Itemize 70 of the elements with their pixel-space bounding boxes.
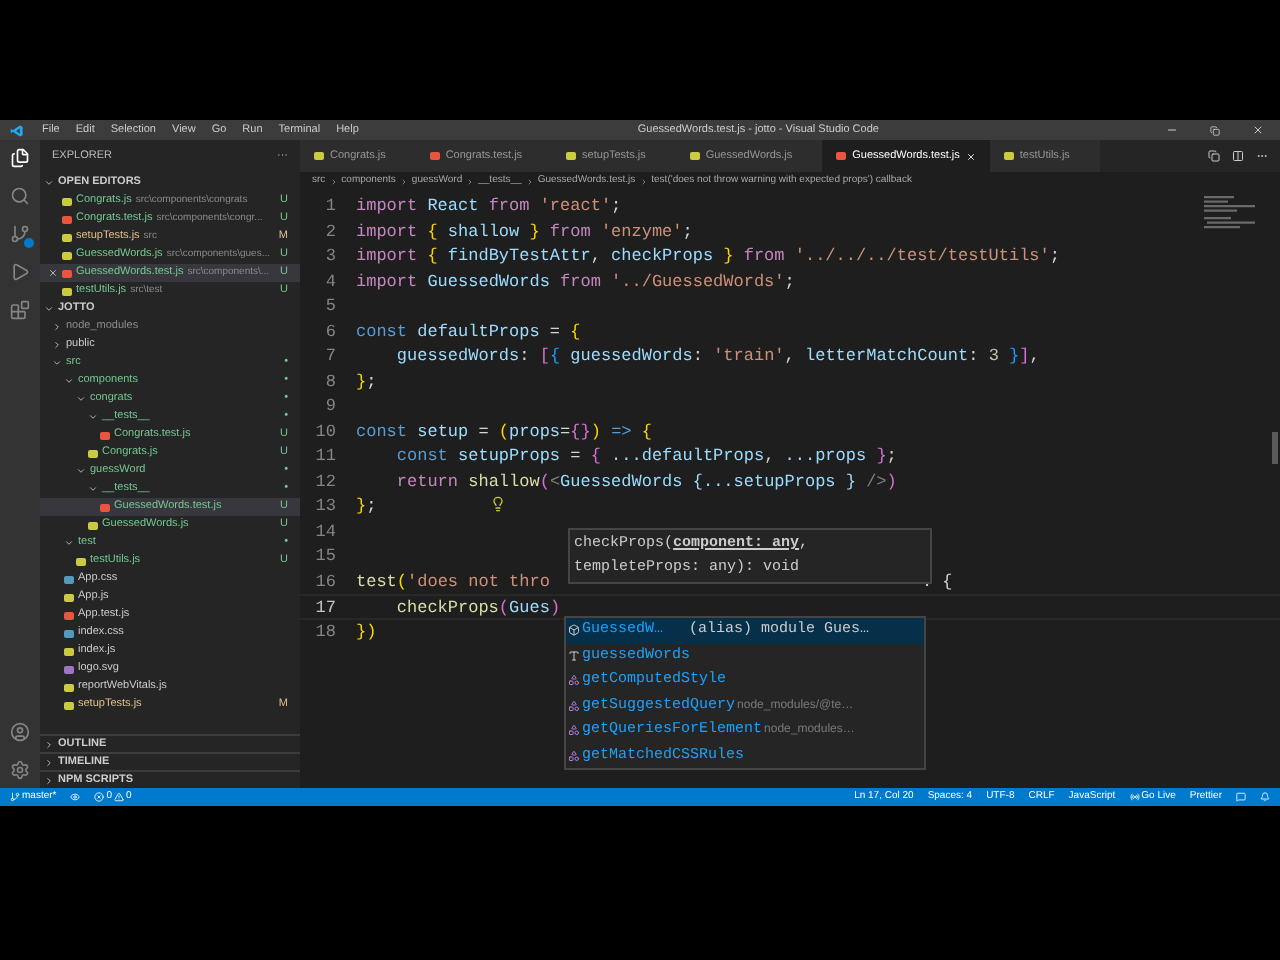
account-icon[interactable] [10,722,30,742]
code-line: checkProps(Gues) [394,596,561,617]
scrollbar [1272,432,1278,464]
code-line: }; [356,494,377,519]
files-icon[interactable] [10,148,30,168]
code-line: const defaultProps = { [356,319,581,344]
code-line: import React from 'react'; [356,194,622,219]
split-editor-icon[interactable] [1232,150,1244,162]
line-number: 13 [313,494,338,519]
code-line: const setupProps = { ...defaultProps, ...props }; [394,444,897,469]
line-number: 12 [313,469,338,494]
branch-icon [10,792,20,802]
code-line: const setup = (props={}) => { [356,419,652,444]
lightbulb-icon[interactable] [490,496,506,512]
source-control-icon[interactable] [10,224,30,244]
code-line: }) [356,619,377,644]
code-line: import { findByTestAttr, checkProps } from '../../../test/testUtils'; [356,244,1060,269]
file-icon [429,152,440,160]
module-icon [568,624,580,637]
file-icon [689,152,700,160]
file-icon [836,152,847,160]
close-icon[interactable] [1252,124,1264,136]
notification-badge [24,238,34,248]
feedback-icon[interactable] [1236,792,1246,802]
chevron-down-icon [64,538,74,548]
error-icon [94,792,105,802]
broadcast-icon [1129,792,1140,802]
line-number: 16 [313,569,338,594]
code-line: import { shallow } from 'enzyme'; [356,219,693,244]
line-number: 3 [323,244,338,269]
chevron-down-icon [44,304,54,314]
run-icon[interactable] [10,262,30,282]
word-icon [568,649,580,662]
line-number: 5 [323,294,338,319]
warning-icon [114,792,125,802]
line-number: 6 [323,319,338,344]
line-number: 10 [313,419,338,444]
minimize-icon[interactable] [1166,124,1178,136]
eye-icon[interactable] [70,792,81,802]
line-number: 7 [323,344,338,369]
file-icon [1003,152,1014,160]
line-number: 2 [323,219,338,244]
chevron-down-icon [44,178,54,188]
method-icon [568,699,580,712]
line-number: 17 [313,596,338,617]
line-number: 18 [313,619,338,644]
extensions-icon[interactable] [10,300,30,320]
search-icon[interactable] [10,186,30,206]
restore-icon[interactable] [1210,125,1220,135]
settings-icon[interactable] [10,760,30,780]
line-number: 15 [313,544,338,569]
code-line: return shallow(<GuessedWords {...setupProps } />) [394,469,897,494]
method-icon [568,674,580,687]
code-line: guessedWords: [{ guessedWords: 'train', letterMatchCount: 3 }], [394,344,1040,369]
code-line: test('does not thro [356,569,550,594]
app-logo-icon [10,123,24,137]
line-number: 8 [323,369,338,394]
line-number: 9 [323,394,338,419]
line-number: 11 [313,444,338,469]
compare-icon[interactable] [1208,150,1220,162]
method-icon [568,724,580,737]
code-line: import GuessedWords from '../GuessedWords'; [356,269,795,294]
file-icon [566,152,577,160]
notifications-icon[interactable] [1260,792,1270,802]
line-number: 14 [313,519,338,544]
code-line: }; [356,369,377,394]
line-number: 4 [323,269,338,294]
line-number: 1 [323,194,338,219]
file-icon [314,152,324,160]
method-icon [568,749,580,762]
